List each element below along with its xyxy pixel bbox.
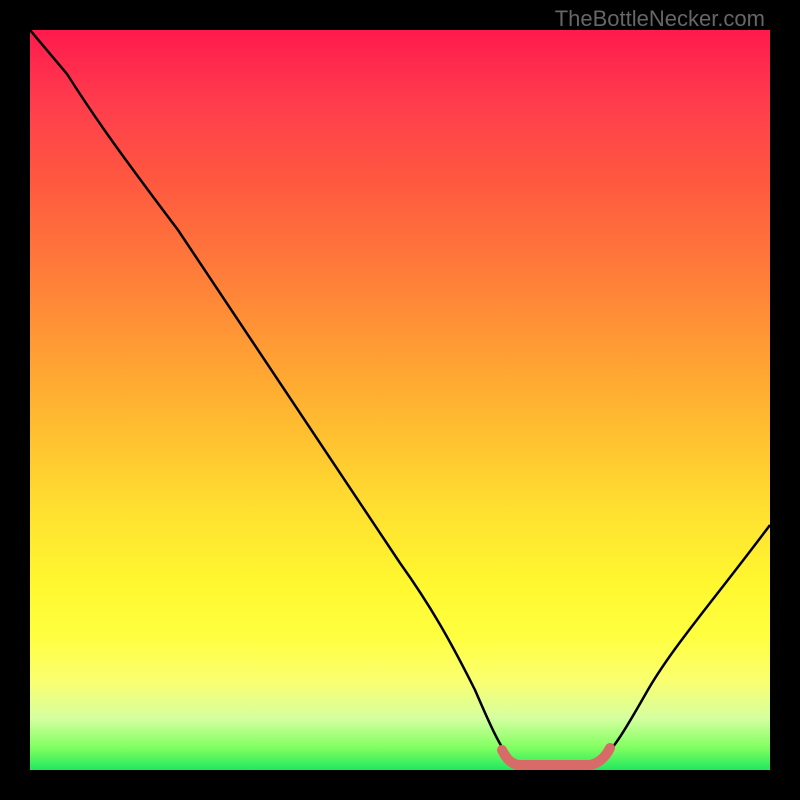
chart-plot-area [30,30,770,770]
attribution-label: TheBottleNecker.com [555,6,765,32]
chart-svg [30,30,770,770]
bottleneck-curve-path [30,30,770,766]
optimal-zone-highlight [502,748,610,765]
